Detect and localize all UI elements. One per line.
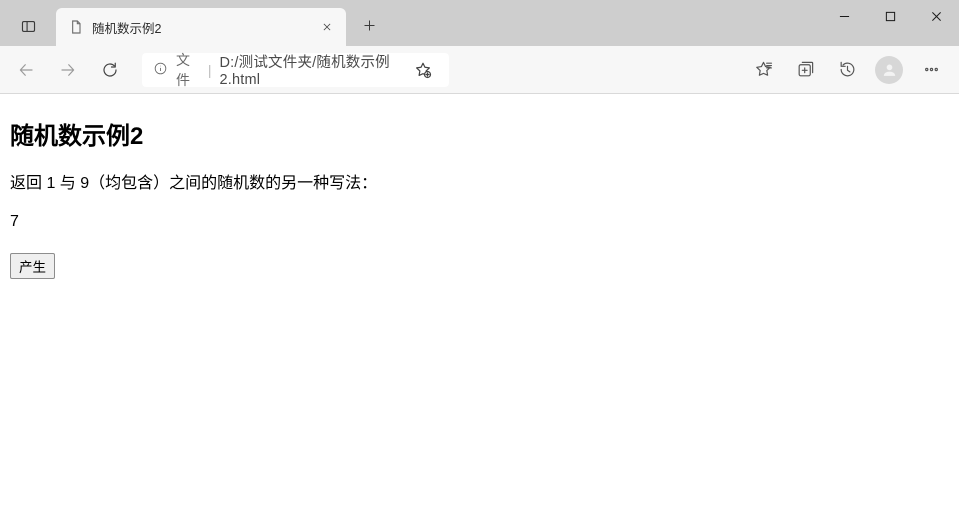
page-heading: 随机数示例2 xyxy=(10,116,949,151)
nav-refresh-button[interactable] xyxy=(90,50,130,90)
tab-close-button[interactable] xyxy=(318,18,336,36)
maximize-icon xyxy=(885,11,896,22)
file-icon xyxy=(68,19,84,35)
generate-button[interactable]: 产生 xyxy=(10,253,55,279)
close-icon xyxy=(322,22,332,32)
page-content: 随机数示例2 返回 1 与 9（均包含）之间的随机数的另一种写法： 7 产生 xyxy=(0,94,959,507)
url-text: D:/测试文件夹/随机数示例2.html xyxy=(220,51,400,88)
avatar-icon xyxy=(881,61,898,78)
ellipsis-icon xyxy=(922,60,941,79)
plus-icon xyxy=(362,18,377,33)
url-scheme-label: 文件 xyxy=(176,50,200,90)
address-bar[interactable]: 文件 | D:/测试文件夹/随机数示例2.html xyxy=(142,53,449,87)
app-menu-button[interactable] xyxy=(911,50,951,90)
history-icon xyxy=(838,60,857,79)
url-divider: | xyxy=(208,62,212,78)
browser-toolbar: 文件 | D:/测试文件夹/随机数示例2.html xyxy=(0,46,959,94)
nav-forward-button[interactable] xyxy=(48,50,88,90)
window-maximize-button[interactable] xyxy=(867,0,913,32)
arrow-right-icon xyxy=(59,61,77,79)
page-description: 返回 1 与 9（均包含）之间的随机数的另一种写法： xyxy=(10,169,949,193)
new-tab-button[interactable] xyxy=(352,8,386,42)
minimize-icon xyxy=(839,11,850,22)
collections-icon xyxy=(796,60,815,79)
nav-back-button[interactable] xyxy=(6,50,46,90)
toolbar-right-icons xyxy=(743,50,951,90)
tab-actions-area xyxy=(0,0,56,46)
tab-actions-button[interactable] xyxy=(11,9,45,43)
arrow-left-icon xyxy=(17,61,35,79)
star-plus-icon xyxy=(414,61,432,79)
close-icon xyxy=(931,11,942,22)
profile-avatar[interactable] xyxy=(875,56,903,84)
site-info-icon xyxy=(153,61,168,79)
tab-title: 随机数示例2 xyxy=(92,18,318,37)
random-result: 7 xyxy=(10,213,949,231)
titlebar: 随机数示例2 xyxy=(0,0,959,46)
browser-tab[interactable]: 随机数示例2 xyxy=(56,8,346,46)
favorites-button[interactable] xyxy=(743,50,783,90)
collections-button[interactable] xyxy=(785,50,825,90)
window-minimize-button[interactable] xyxy=(821,0,867,32)
reading-list-add-button[interactable] xyxy=(408,55,438,85)
window-close-button[interactable] xyxy=(913,0,959,32)
star-icon xyxy=(754,60,773,79)
history-button[interactable] xyxy=(827,50,867,90)
window-controls xyxy=(821,0,959,38)
refresh-icon xyxy=(101,61,119,79)
